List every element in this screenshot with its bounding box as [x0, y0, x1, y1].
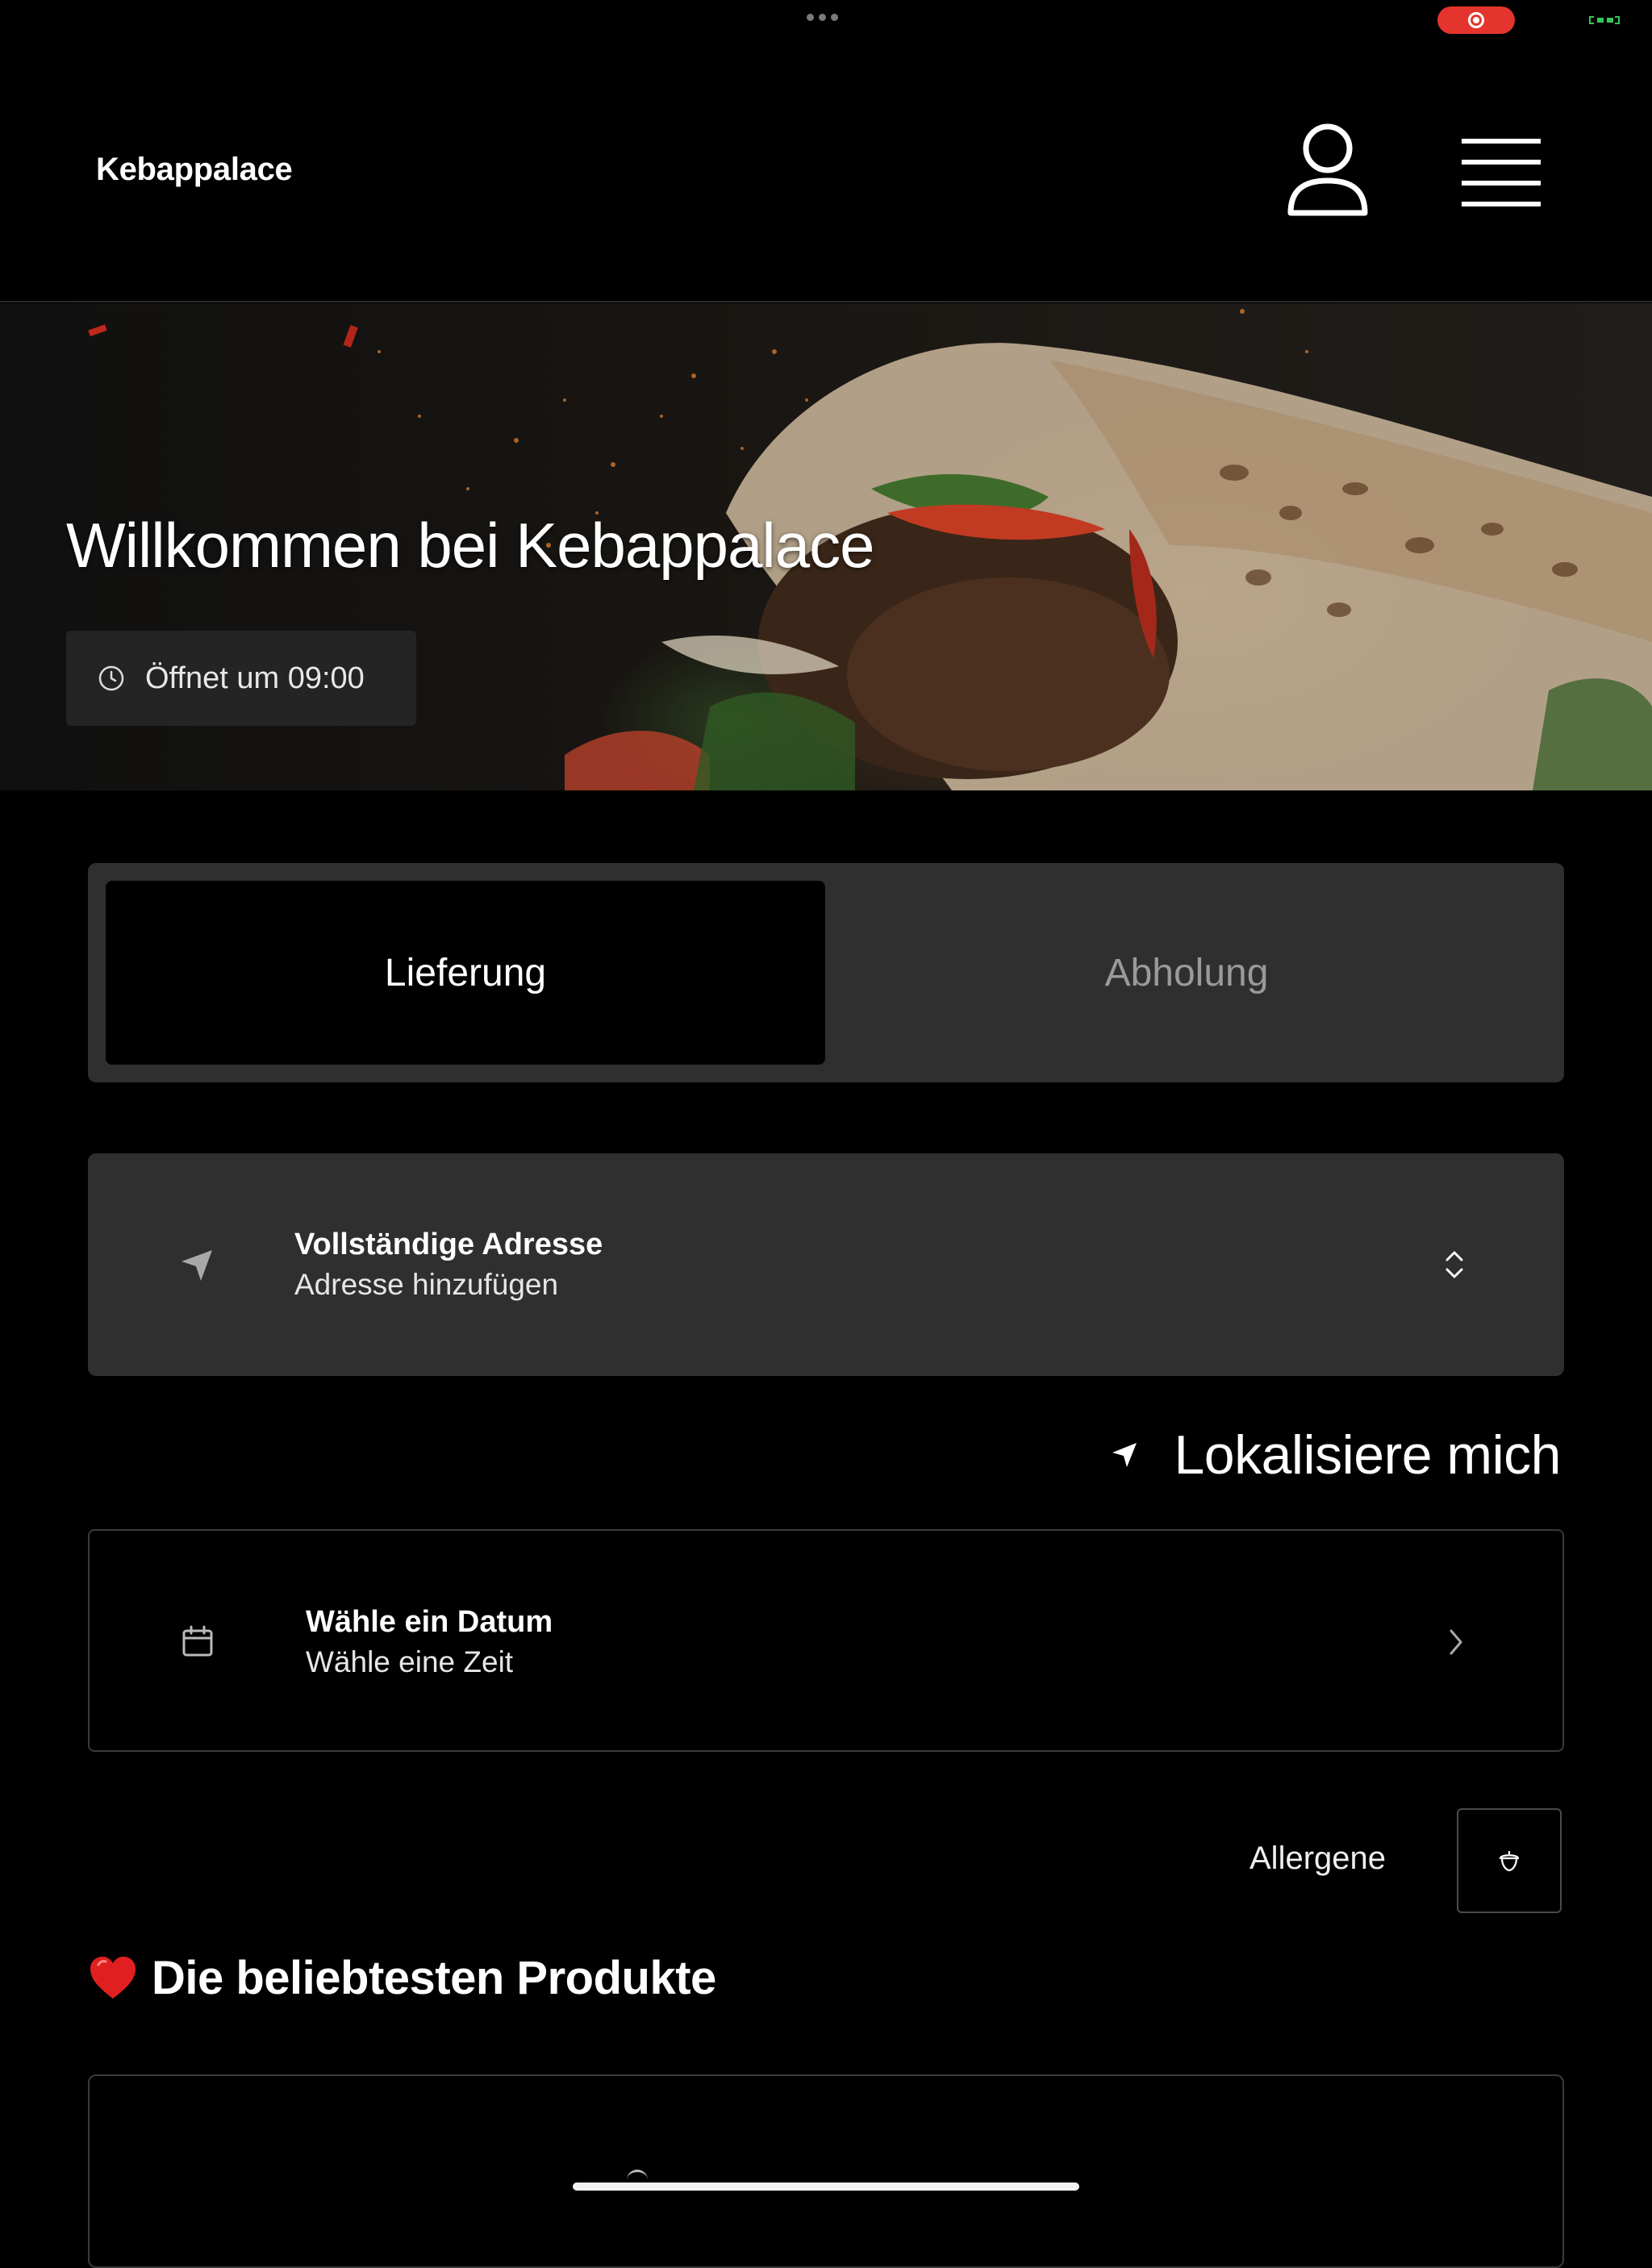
- hamburger-menu-icon[interactable]: [1460, 135, 1542, 208]
- opening-hours-text: Öffnet um 09:00: [145, 661, 365, 695]
- navigation-arrow-icon: [181, 1250, 212, 1281]
- brand-title[interactable]: Kebappalace: [96, 152, 293, 188]
- address-selector[interactable]: Vollständige Adresse Adresse hinzufügen: [88, 1153, 1564, 1376]
- clock-icon: [98, 665, 124, 691]
- opening-hours-badge: Öffnet um 09:00: [66, 631, 416, 726]
- top-navigation: Kebappalace: [0, 40, 1652, 302]
- address-subtitle: Adresse hinzufügen: [294, 1268, 559, 1301]
- allergens-button[interactable]: [1457, 1808, 1562, 1913]
- address-title: Vollständige Adresse: [294, 1228, 603, 1261]
- location-arrow-icon: [1112, 1443, 1137, 1467]
- locate-me-label: Lokalisiere mich: [1174, 1424, 1561, 1486]
- popular-products-heading: Die beliebtesten Produkte: [89, 1945, 716, 2010]
- hero-banner: Willkommen bei Kebappalace Öffnet um 09:…: [0, 303, 1652, 790]
- allergens-label: Allergene: [1249, 1841, 1387, 1876]
- pickup-tab[interactable]: Abholung: [827, 881, 1546, 1065]
- calendar-icon: [182, 1625, 213, 1657]
- welcome-heading: Willkommen bei Kebappalace: [66, 510, 875, 581]
- multitasking-dots-icon[interactable]: [807, 14, 838, 21]
- time-label: Wähle eine Zeit: [306, 1645, 514, 1678]
- record-icon: [1468, 12, 1484, 28]
- product-card[interactable]: [88, 2074, 1564, 2268]
- user-profile-icon[interactable]: [1286, 123, 1370, 218]
- chevron-right-icon: [1450, 1629, 1462, 1655]
- chevron-up-down-icon: [1446, 1251, 1463, 1278]
- locate-me-button[interactable]: Lokalisiere mich: [1109, 1423, 1561, 1487]
- home-indicator[interactable]: [573, 2183, 1079, 2191]
- screen-recording-indicator: [1437, 6, 1515, 34]
- date-label: Wähle ein Datum: [306, 1605, 553, 1639]
- date-time-selector[interactable]: Wähle ein Datum Wähle eine Zeit: [88, 1529, 1564, 1752]
- popular-products-title: Die beliebtesten Produkte: [152, 1951, 716, 2004]
- allergen-acorn-icon: [1499, 1851, 1520, 1872]
- status-bar: [0, 0, 1652, 40]
- delivery-tab[interactable]: Lieferung: [106, 881, 825, 1065]
- battery-icon: [1589, 16, 1620, 24]
- heart-icon: [90, 1957, 136, 1999]
- order-mode-toggle: Lieferung Abholung: [88, 863, 1564, 1082]
- loading-spinner-icon: [627, 2170, 648, 2181]
